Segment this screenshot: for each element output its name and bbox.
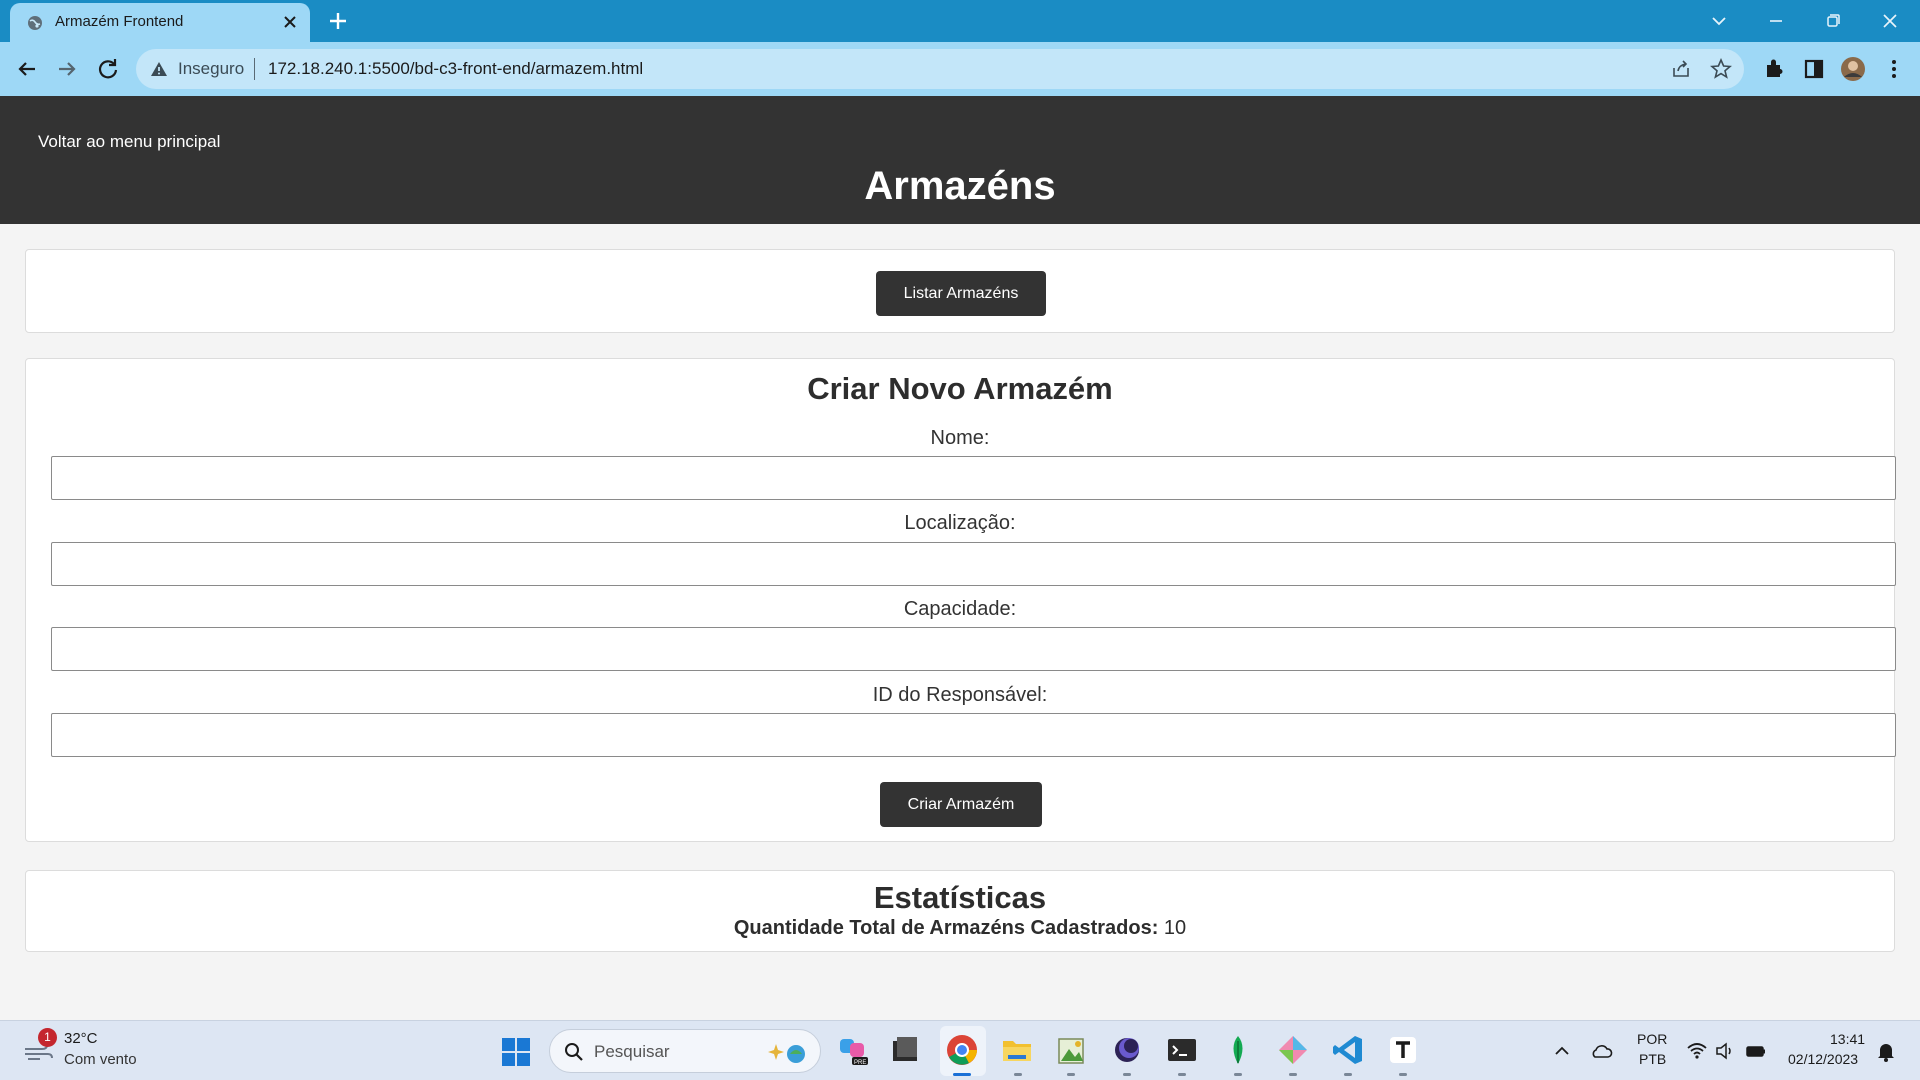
create-warehouse-button[interactable]: Criar Armazém bbox=[880, 782, 1042, 827]
warning-icon[interactable] bbox=[150, 60, 168, 78]
app-icon[interactable] bbox=[888, 1033, 922, 1067]
running-indicator bbox=[1067, 1073, 1075, 1076]
back-to-menu-link[interactable]: Voltar ao menu principal bbox=[38, 132, 220, 152]
copilot-icon[interactable]: PRE bbox=[836, 1033, 870, 1067]
form-title: Criar Novo Armazém bbox=[807, 371, 1113, 406]
close-window-icon[interactable] bbox=[1877, 8, 1903, 34]
language-indicator[interactable]: POR bbox=[1637, 1031, 1667, 1047]
clock-time[interactable]: 13:41 bbox=[1830, 1031, 1865, 1047]
running-indicator bbox=[1014, 1073, 1022, 1076]
create-warehouse-form: Criar Novo Armazém Nome: Localização: Ca… bbox=[25, 358, 1896, 842]
stats-title: Estatísticas bbox=[873, 880, 1047, 915]
globe-icon bbox=[28, 16, 42, 30]
close-tab-icon[interactable] bbox=[280, 12, 300, 32]
terminal-icon[interactable] bbox=[1165, 1033, 1199, 1067]
capacity-label: Capacidade: bbox=[903, 598, 1017, 620]
running-indicator bbox=[1289, 1073, 1297, 1076]
browser-tab-strip: Armazém Frontend bbox=[0, 0, 1920, 42]
name-label: Nome: bbox=[930, 427, 990, 449]
new-tab-icon[interactable] bbox=[326, 9, 350, 33]
reload-icon[interactable] bbox=[94, 55, 122, 83]
git-icon[interactable] bbox=[1276, 1033, 1310, 1067]
vscode-icon[interactable] bbox=[1331, 1033, 1365, 1067]
minimize-icon[interactable] bbox=[1763, 8, 1789, 34]
photo-app-icon[interactable] bbox=[1054, 1033, 1088, 1067]
page-header: Voltar ao menu principal Armazéns bbox=[0, 96, 1920, 224]
running-indicator bbox=[1234, 1073, 1242, 1076]
keyboard-layout[interactable]: PTB bbox=[1639, 1051, 1666, 1067]
extensions-icon[interactable] bbox=[1760, 55, 1788, 83]
running-indicator bbox=[1399, 1073, 1407, 1076]
stats-total: Quantidade Total de Armazéns Cadastrados… bbox=[26, 917, 1894, 940]
mongodb-icon[interactable] bbox=[1221, 1033, 1255, 1067]
wifi-icon[interactable] bbox=[1685, 1039, 1709, 1063]
restore-icon[interactable] bbox=[1820, 8, 1846, 34]
temperature: 32°C bbox=[64, 1030, 98, 1047]
tab-title: Armazém Frontend bbox=[55, 13, 184, 30]
name-input[interactable] bbox=[51, 456, 1896, 500]
chrome-icon[interactable] bbox=[945, 1033, 979, 1067]
windows-taskbar: 1 32°C Com vento Pesquisar PRE POR PTB 1… bbox=[0, 1020, 1920, 1080]
profile-avatar-icon[interactable] bbox=[1839, 55, 1867, 83]
search-highlight-icon bbox=[768, 1044, 805, 1063]
file-explorer-icon[interactable] bbox=[1000, 1033, 1034, 1067]
taskbar-search[interactable]: Pesquisar bbox=[549, 1029, 821, 1073]
statistics-section: Estatísticas Quantidade Total de Armazén… bbox=[25, 870, 1895, 952]
page-title: Armazéns bbox=[864, 164, 1056, 208]
search-icon bbox=[565, 1043, 583, 1061]
svg-text:PRE: PRE bbox=[854, 1060, 866, 1066]
browser-toolbar: Inseguro 172.18.240.1:5500/bd-c3-front-e… bbox=[0, 42, 1920, 96]
battery-icon[interactable] bbox=[1744, 1039, 1768, 1063]
eclipse-icon[interactable] bbox=[1110, 1033, 1144, 1067]
tab-search-icon[interactable] bbox=[1706, 8, 1732, 34]
notification-bell-icon[interactable] bbox=[1874, 1039, 1898, 1063]
location-input[interactable] bbox=[51, 542, 1896, 586]
url-text[interactable]: 172.18.240.1:5500/bd-c3-front-end/armaze… bbox=[268, 59, 643, 79]
security-label[interactable]: Inseguro bbox=[178, 59, 244, 79]
running-indicator bbox=[1344, 1073, 1352, 1076]
back-arrow-icon[interactable] bbox=[13, 55, 41, 83]
running-indicator bbox=[1178, 1073, 1186, 1076]
typora-icon[interactable] bbox=[1386, 1033, 1420, 1067]
search-placeholder: Pesquisar bbox=[594, 1042, 670, 1061]
clock-date[interactable]: 02/12/2023 bbox=[1788, 1051, 1858, 1067]
forward-arrow-icon[interactable] bbox=[53, 55, 81, 83]
location-label: Localização: bbox=[904, 512, 1016, 534]
onedrive-cloud-icon[interactable] bbox=[1589, 1039, 1613, 1063]
share-icon[interactable] bbox=[1670, 58, 1692, 80]
address-bar[interactable]: Inseguro 172.18.240.1:5500/bd-c3-front-e… bbox=[136, 49, 1744, 89]
divider bbox=[254, 58, 255, 80]
active-indicator bbox=[953, 1073, 971, 1076]
browser-tab[interactable]: Armazém Frontend bbox=[10, 3, 310, 42]
side-panel-icon[interactable] bbox=[1800, 55, 1828, 83]
capacity-input[interactable] bbox=[51, 627, 1896, 671]
stats-total-value: 10 bbox=[1163, 917, 1187, 939]
page-content: Voltar ao menu principal Armazéns Listar… bbox=[0, 96, 1920, 1020]
list-section: Listar Armazéns bbox=[25, 249, 1895, 333]
chevron-up-icon[interactable] bbox=[1550, 1039, 1574, 1063]
weather-description: Com vento bbox=[64, 1051, 137, 1068]
notification-badge: 1 bbox=[38, 1028, 57, 1047]
bookmark-star-icon[interactable] bbox=[1710, 58, 1732, 80]
responsible-id-label: ID do Responsável: bbox=[872, 684, 1048, 706]
windows-start-icon[interactable] bbox=[501, 1037, 531, 1067]
responsible-id-input[interactable] bbox=[51, 713, 1896, 757]
browser-menu-icon[interactable] bbox=[1880, 55, 1908, 83]
running-indicator bbox=[1123, 1073, 1131, 1076]
volume-icon[interactable] bbox=[1713, 1039, 1737, 1063]
list-warehouses-button[interactable]: Listar Armazéns bbox=[876, 271, 1046, 316]
stats-total-label: Quantidade Total de Armazéns Cadastrados… bbox=[733, 917, 1159, 939]
